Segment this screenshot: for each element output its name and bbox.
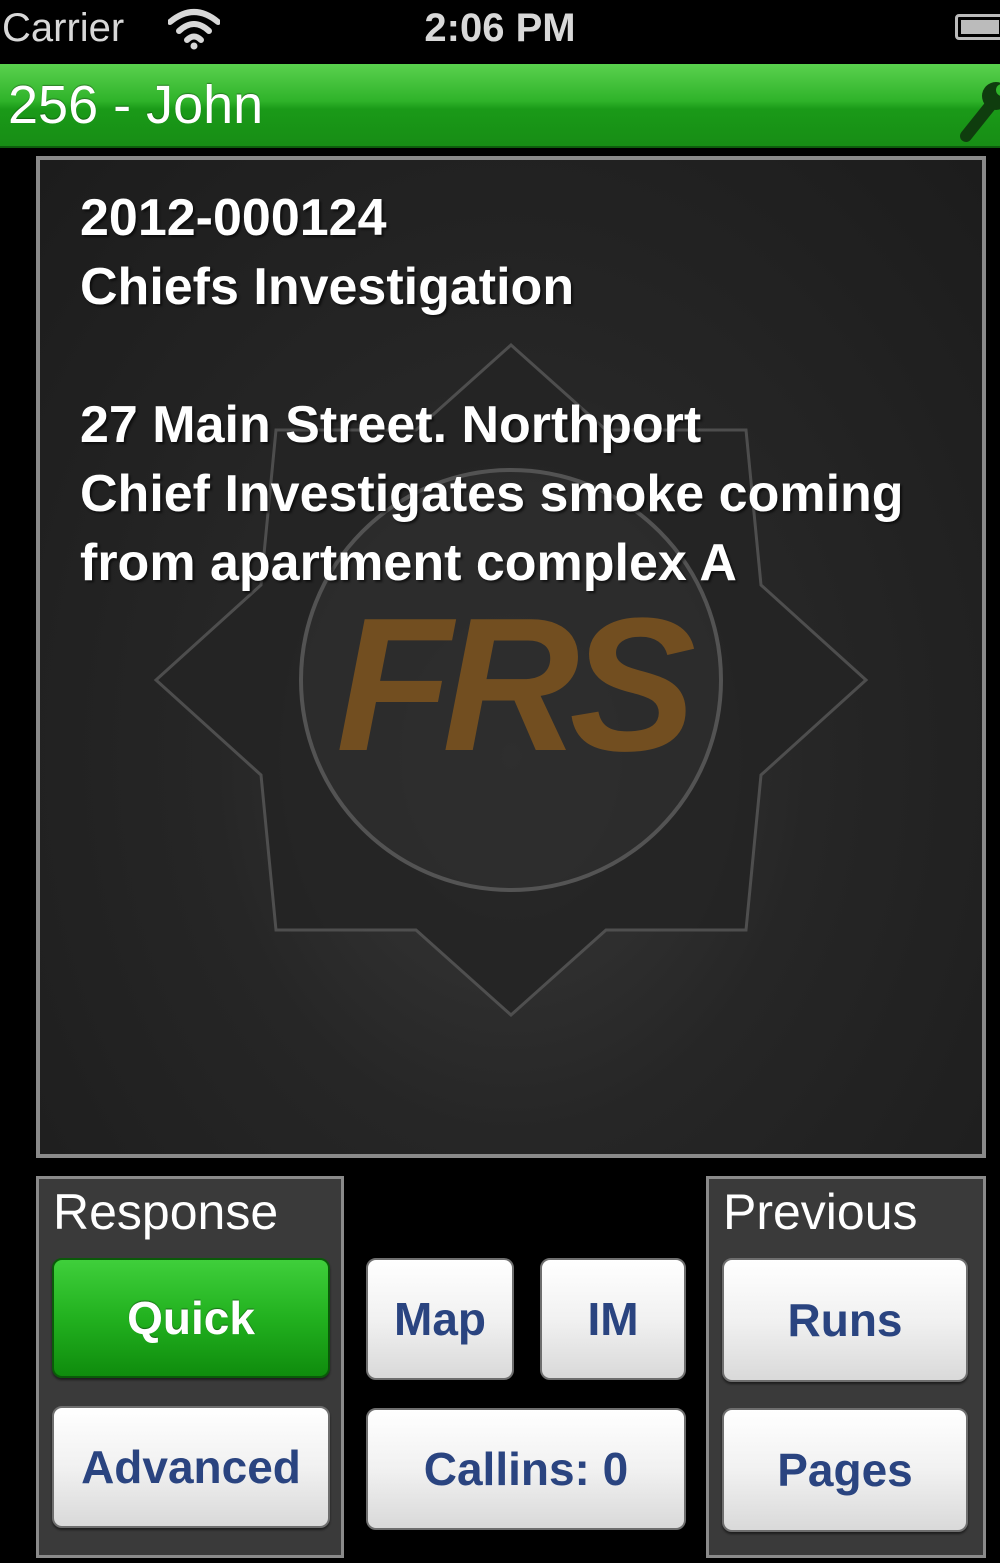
previous-group-title: Previous bbox=[723, 1184, 918, 1240]
wrench-icon[interactable] bbox=[958, 74, 1000, 144]
im-button[interactable]: IM bbox=[540, 1258, 686, 1380]
frs-logo-text: FRS bbox=[336, 579, 694, 791]
quick-response-button[interactable]: Quick bbox=[52, 1258, 330, 1378]
nav-bar: 256 - John bbox=[0, 64, 1000, 148]
incident-panel: FRS 2012-000124 Chiefs Investigation 27 … bbox=[36, 156, 986, 1158]
status-bar: Carrier 2:06 PM bbox=[0, 0, 1000, 62]
incident-details: 2012-000124 Chiefs Investigation 27 Main… bbox=[80, 184, 960, 598]
battery-icon bbox=[955, 14, 1000, 40]
incident-number: 2012-000124 bbox=[80, 189, 387, 247]
advanced-response-button[interactable]: Advanced bbox=[52, 1406, 330, 1528]
status-time: 2:06 PM bbox=[424, 6, 576, 50]
runs-button[interactable]: Runs bbox=[722, 1258, 968, 1382]
pages-button[interactable]: Pages bbox=[722, 1408, 968, 1532]
map-button[interactable]: Map bbox=[366, 1258, 514, 1380]
response-group-title: Response bbox=[53, 1184, 279, 1240]
incident-description: Chief Investigates smoke coming from apa… bbox=[80, 465, 904, 592]
page-title: 256 - John bbox=[8, 75, 264, 135]
callins-button[interactable]: Callins: 0 bbox=[366, 1408, 686, 1530]
incident-type: Chiefs Investigation bbox=[80, 258, 575, 316]
incident-address: 27 Main Street. Northport bbox=[80, 396, 702, 454]
